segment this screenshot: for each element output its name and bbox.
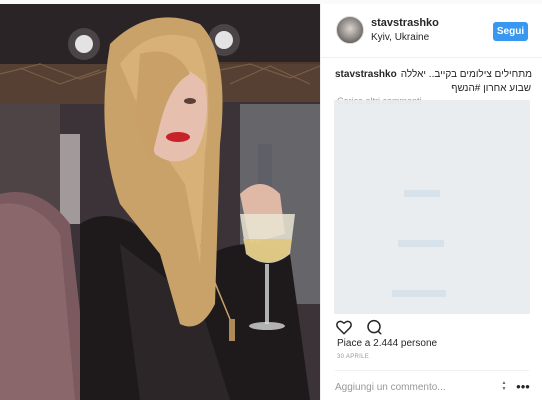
heart-icon[interactable] <box>335 318 353 336</box>
comments-overlay <box>334 100 530 314</box>
likes-count[interactable]: Piace a 2.444 persone <box>337 338 437 349</box>
follow-button[interactable]: Segui <box>493 22 528 41</box>
comment-icon[interactable] <box>365 318 383 336</box>
caption-text-1: מתחילים צילומים בקייב.. יאללה <box>400 69 532 80</box>
overlay-decoration <box>404 190 440 197</box>
location-link[interactable]: Kyiv, Ukraine <box>371 32 429 43</box>
post-side-panel: stavstrashko Kyiv, Ukraine Segui stavstr… <box>320 4 542 400</box>
caption-line-1: stavstrashko מתחילים צילומים בקייב.. יאלל… <box>335 68 532 82</box>
comment-input[interactable] <box>335 378 499 396</box>
post-actions <box>335 316 383 338</box>
chevron-down-icon[interactable]: ▼ <box>502 386 507 392</box>
more-options-icon[interactable]: ••• <box>515 378 531 394</box>
post-photo[interactable] <box>0 4 320 400</box>
overlay-decoration <box>392 290 446 297</box>
chevron-up-icon[interactable]: ▲ <box>502 380 507 386</box>
overlay-decoration <box>398 240 444 247</box>
caption-username[interactable]: stavstrashko <box>335 69 397 80</box>
comment-scroll-stepper[interactable]: ▲ ▼ <box>500 380 508 392</box>
post-header: stavstrashko Kyiv, Ukraine Segui <box>321 4 542 58</box>
post-date[interactable]: 30 APRILE <box>337 354 369 360</box>
divider <box>335 370 529 371</box>
avatar[interactable] <box>336 16 364 44</box>
username-link[interactable]: stavstrashko <box>371 17 439 29</box>
caption-text-2: שבוע אחרון #הנשף <box>451 83 531 94</box>
post-caption: stavstrashko מתחילים צילומים בקייב.. יאלל… <box>335 68 532 96</box>
